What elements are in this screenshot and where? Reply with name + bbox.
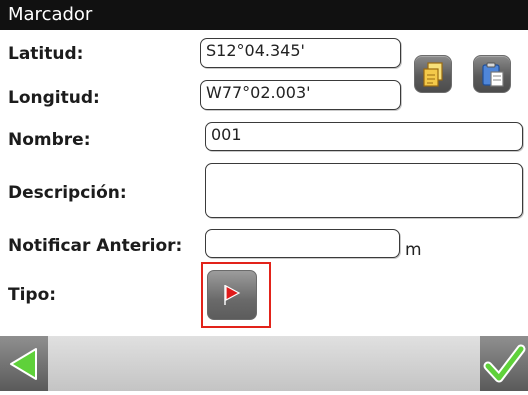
description-field[interactable] (205, 163, 523, 218)
latitude-label: Latitud: (8, 44, 84, 64)
name-label: Nombre: (8, 130, 91, 150)
longitude-label: Longitud: (8, 88, 100, 108)
title-bar: Marcador (0, 0, 528, 30)
back-arrow-icon (10, 348, 37, 380)
checkmark-icon (483, 344, 526, 383)
bottom-bar (0, 336, 528, 391)
window-title: Marcador (8, 4, 93, 25)
description-label: Descripción: (8, 183, 127, 203)
paste-coordinates-button[interactable] (473, 55, 511, 93)
latitude-field[interactable]: S12°04.345' (200, 38, 401, 68)
notify-previous-field[interactable] (205, 229, 400, 258)
distance-unit: m (405, 240, 422, 260)
name-field[interactable]: 001 (205, 122, 523, 151)
type-label: Tipo: (8, 285, 57, 305)
red-flag-icon (224, 284, 241, 305)
back-button[interactable] (0, 336, 48, 391)
copy-coordinates-button[interactable] (414, 55, 452, 93)
copy-icon (423, 62, 443, 87)
type-selector-button[interactable] (207, 270, 257, 320)
notify-previous-label: Notificar Anterior: (8, 236, 183, 256)
longitude-field[interactable]: W77°02.003' (200, 80, 401, 110)
paste-icon (482, 62, 504, 87)
confirm-button[interactable] (480, 336, 528, 391)
